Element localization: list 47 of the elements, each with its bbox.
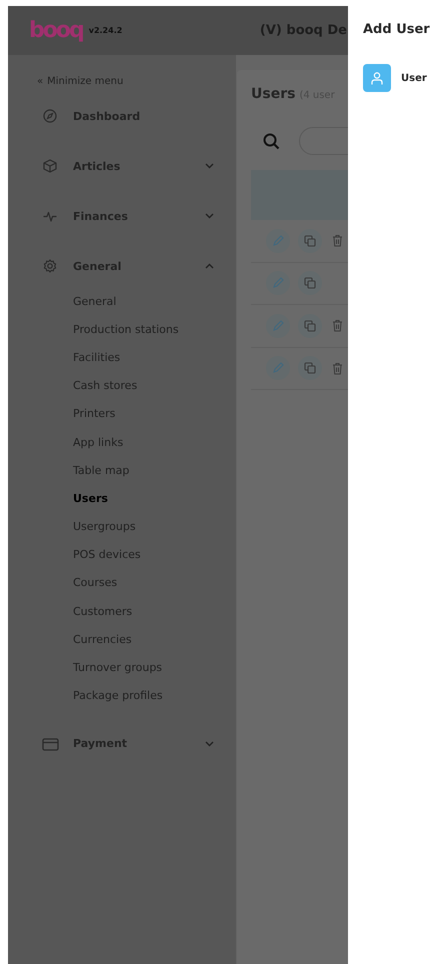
page-title: Users	[251, 86, 296, 102]
copy-icon	[304, 362, 316, 374]
cube-icon	[43, 159, 57, 173]
search-icon	[263, 132, 280, 150]
panel-title: Add User	[363, 22, 431, 37]
copy-icon	[304, 320, 316, 332]
pencil-icon	[272, 234, 284, 247]
submenu-item[interactable]: Printers	[73, 407, 116, 420]
submenu-item[interactable]: Table map	[73, 464, 130, 477]
trash-icon[interactable]	[332, 319, 343, 332]
submenu-item[interactable]: Production stations	[73, 322, 179, 336]
submenu-item[interactable]: Package profiles	[73, 689, 163, 702]
compass-icon	[43, 109, 57, 123]
pencil-icon	[272, 362, 284, 374]
pencil-icon	[272, 320, 284, 332]
edit-button[interactable]	[266, 356, 290, 380]
version-label: v2.24.2	[88, 26, 122, 35]
edit-button[interactable]	[266, 314, 290, 338]
duplicate-button[interactable]	[298, 228, 322, 253]
card-icon	[42, 736, 58, 751]
gear-icon	[43, 259, 57, 273]
pencil-icon	[272, 277, 284, 290]
person-icon	[371, 72, 383, 84]
pulse-icon	[43, 209, 57, 223]
submenu-item[interactable]: Currencies	[73, 632, 132, 646]
trash-icon[interactable]	[332, 234, 343, 248]
option-label[interactable]: User	[401, 72, 427, 84]
duplicate-button[interactable]	[298, 314, 322, 338]
copy-icon	[304, 234, 316, 247]
submenu-item[interactable]: Customers	[73, 604, 132, 618]
edit-button[interactable]	[266, 271, 290, 296]
submenu-item[interactable]: App links	[73, 436, 124, 449]
double-chevron-icon[interactable]: «	[37, 76, 44, 86]
duplicate-button[interactable]	[298, 356, 322, 380]
copy-icon	[304, 277, 316, 290]
submenu-item[interactable]: Courses	[73, 576, 118, 590]
user-option-button[interactable]	[363, 64, 391, 92]
submenu-item[interactable]: General	[73, 294, 116, 308]
submenu-item[interactable]: Cash stores	[73, 379, 138, 392]
submenu-item[interactable]: Usergroups	[73, 520, 136, 534]
submenu-item[interactable]: Users	[73, 492, 108, 505]
submenu-item[interactable]: Facilities	[73, 350, 120, 364]
trash-icon[interactable]	[332, 362, 343, 375]
logo[interactable]: booq	[29, 20, 83, 42]
edit-button[interactable]	[266, 228, 290, 253]
submenu-item[interactable]: Turnover groups	[73, 661, 162, 674]
duplicate-button[interactable]	[298, 271, 322, 296]
